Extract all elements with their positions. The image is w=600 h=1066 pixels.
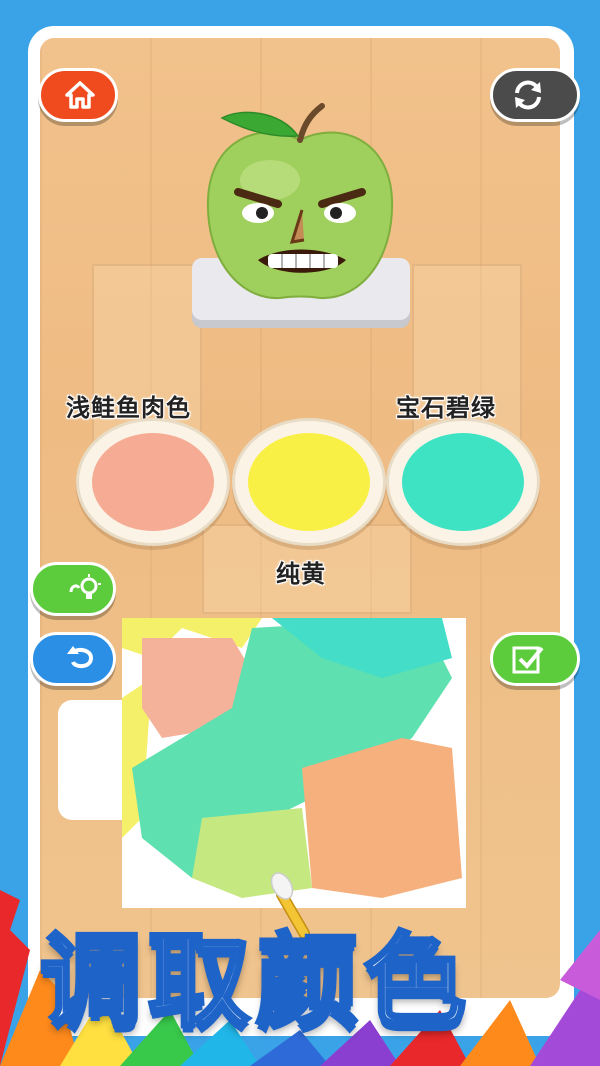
paint-blob (248, 433, 370, 531)
undo-button[interactable] (30, 632, 116, 686)
apple-character (206, 103, 394, 300)
home-icon (65, 81, 95, 109)
banner-title: 调取颜色 (38, 921, 472, 1044)
home-button[interactable] (38, 68, 118, 122)
hint-button[interactable] (30, 562, 116, 616)
refresh-button[interactable] (490, 68, 580, 122)
confirm-button[interactable] (490, 632, 580, 686)
paint-strokes (122, 618, 462, 898)
swatch-label-salmon: 浅鲑鱼肉色 (66, 394, 191, 422)
paint-swatch-emerald[interactable] (386, 418, 540, 546)
paint-blob (92, 433, 214, 531)
paint-swatch-yellow[interactable] (232, 418, 386, 546)
undo-icon (67, 646, 94, 669)
paint-blob (402, 433, 524, 531)
checkbox-icon (512, 646, 544, 674)
refresh-icon (515, 80, 541, 110)
paint-swatch-salmon[interactable] (76, 418, 230, 546)
swatch-label-emerald: 宝石碧绿 (396, 394, 496, 422)
painting-canvas[interactable] (122, 618, 466, 908)
swatch-label-yellow: 纯黄 (276, 560, 326, 588)
lightbulb-icon (69, 574, 101, 599)
